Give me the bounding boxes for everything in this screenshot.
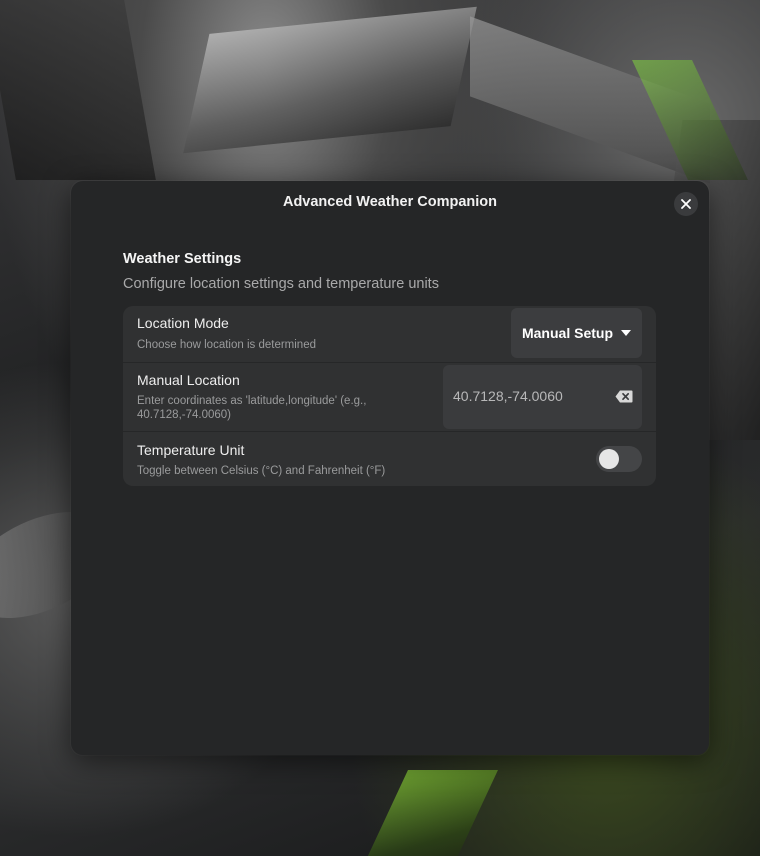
- temperature-unit-row: Temperature Unit Toggle between Celsius …: [123, 431, 656, 486]
- settings-list: Location Mode Choose how location is det…: [123, 306, 656, 486]
- dialog-title: Advanced Weather Companion: [282, 194, 498, 210]
- location-mode-dropdown[interactable]: Manual Setup: [511, 308, 642, 358]
- location-mode-title: Location Mode: [137, 315, 229, 331]
- group-description: Configure location settings and temperat…: [123, 276, 439, 292]
- close-button[interactable]: [674, 192, 698, 216]
- manual-location-subtitle-line1: Enter coordinates as 'latitude,longitude…: [137, 395, 367, 407]
- manual-location-subtitle-line2: 40.7128,-74.0060): [137, 409, 231, 421]
- toggle-knob: [599, 449, 619, 469]
- manual-location-title: Manual Location: [137, 372, 240, 388]
- backspace-clear-icon[interactable]: [615, 390, 633, 403]
- group-heading: Weather Settings: [123, 251, 242, 267]
- manual-location-input[interactable]: 40.7128,-74.0060: [443, 365, 642, 429]
- location-mode-selected: Manual Setup: [521, 325, 613, 341]
- manual-location-value[interactable]: 40.7128,-74.0060: [453, 388, 563, 404]
- location-mode-row: Location Mode Choose how location is det…: [123, 306, 656, 362]
- dialog-titlebar: Advanced Weather Companion: [71, 181, 709, 225]
- temperature-unit-toggle[interactable]: [596, 446, 642, 472]
- manual-location-row: Manual Location Enter coordinates as 'la…: [123, 362, 656, 432]
- manual-location-subtitle: Enter coordinates as 'latitude,longitude…: [137, 394, 366, 422]
- temperature-unit-subtitle: Toggle between Celsius (°C) and Fahrenhe…: [137, 465, 386, 477]
- chevron-down-icon: [621, 330, 631, 336]
- preferences-dialog: Advanced Weather Companion Weather Setti…: [71, 181, 709, 755]
- location-mode-subtitle: Choose how location is determined: [137, 339, 316, 351]
- temperature-unit-title: Temperature Unit: [137, 442, 245, 458]
- close-icon: [681, 199, 691, 209]
